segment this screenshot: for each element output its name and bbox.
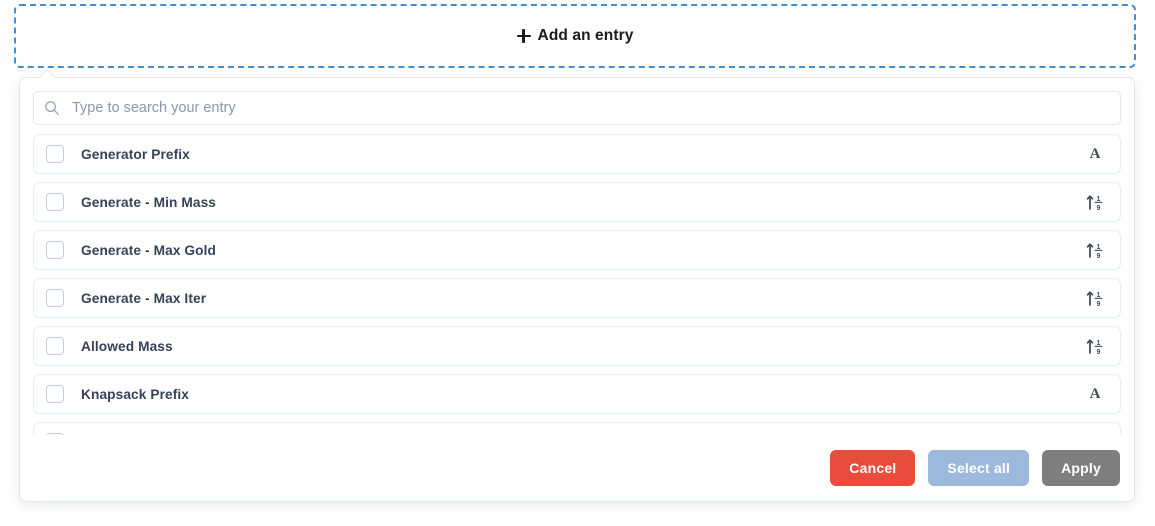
plus-icon: [516, 29, 531, 43]
text-type-icon: A: [1084, 144, 1106, 164]
number-type-glyph: 1 9: [1086, 243, 1103, 259]
entry-checkbox[interactable]: [46, 385, 64, 403]
svg-text:9: 9: [1097, 205, 1101, 211]
entry-checkbox[interactable]: [46, 241, 64, 259]
number-type-icon: 1 9: [1084, 288, 1106, 308]
popover-caret: [38, 69, 56, 78]
apply-button[interactable]: Apply: [1042, 450, 1120, 486]
number-type-icon: 1 9: [1084, 336, 1106, 356]
add-entry-content: Add an entry: [516, 27, 634, 45]
list-item[interactable]: Generate - Min Mass 1 9: [33, 182, 1121, 222]
search-icon: [45, 101, 59, 115]
svg-text:9: 9: [1097, 349, 1101, 355]
entry-label: Generate - Max Iter: [81, 290, 207, 306]
search-input[interactable]: [72, 100, 1110, 116]
number-type-glyph: 1 9: [1086, 195, 1103, 211]
list-item[interactable]: Generator Prefix A: [33, 134, 1121, 174]
number-type-icon: 1 9: [1084, 240, 1106, 260]
list-item[interactable]: Allowed Mass 1 9: [33, 326, 1121, 366]
list-item[interactable]: Knapsack Prefix A: [33, 374, 1121, 414]
svg-text:9: 9: [1097, 253, 1101, 259]
number-type-icon: 1 9: [1084, 192, 1106, 212]
entry-label: Knapsack Prefix: [81, 386, 190, 402]
add-entry-button[interactable]: Add an entry: [14, 4, 1136, 68]
entry-label: Generator Prefix: [81, 146, 190, 162]
entry-picker-popover: Generator Prefix A Generate - Min Mass 1…: [19, 77, 1135, 502]
entry-checkbox[interactable]: [46, 289, 64, 307]
number-type-glyph: 1 9: [1086, 291, 1103, 307]
entry-label: Allowed Mass: [81, 338, 173, 354]
entry-label: Generate - Min Mass: [81, 194, 217, 210]
entry-label: Generate - Max Gold: [81, 242, 217, 258]
list-item[interactable]: Generate - Max Iter 1 9: [33, 278, 1121, 318]
add-entry-label: Add an entry: [537, 27, 634, 44]
text-type-glyph: A: [1089, 145, 1101, 162]
select-all-button[interactable]: Select all: [928, 450, 1030, 486]
number-type-glyph: 1 9: [1086, 339, 1103, 355]
list-item[interactable]: Generate - Max Gold 1 9: [33, 230, 1121, 270]
cancel-button[interactable]: Cancel: [830, 450, 916, 486]
dialog-footer: Cancel Select all Apply: [20, 435, 1134, 501]
svg-text:9: 9: [1097, 301, 1101, 307]
entry-checkbox[interactable]: [46, 337, 64, 355]
text-type-icon: A: [1084, 384, 1106, 404]
entry-checkbox[interactable]: [46, 145, 64, 163]
entry-checkbox[interactable]: [46, 193, 64, 211]
text-type-glyph: A: [1089, 385, 1101, 402]
search-field[interactable]: [33, 91, 1121, 125]
